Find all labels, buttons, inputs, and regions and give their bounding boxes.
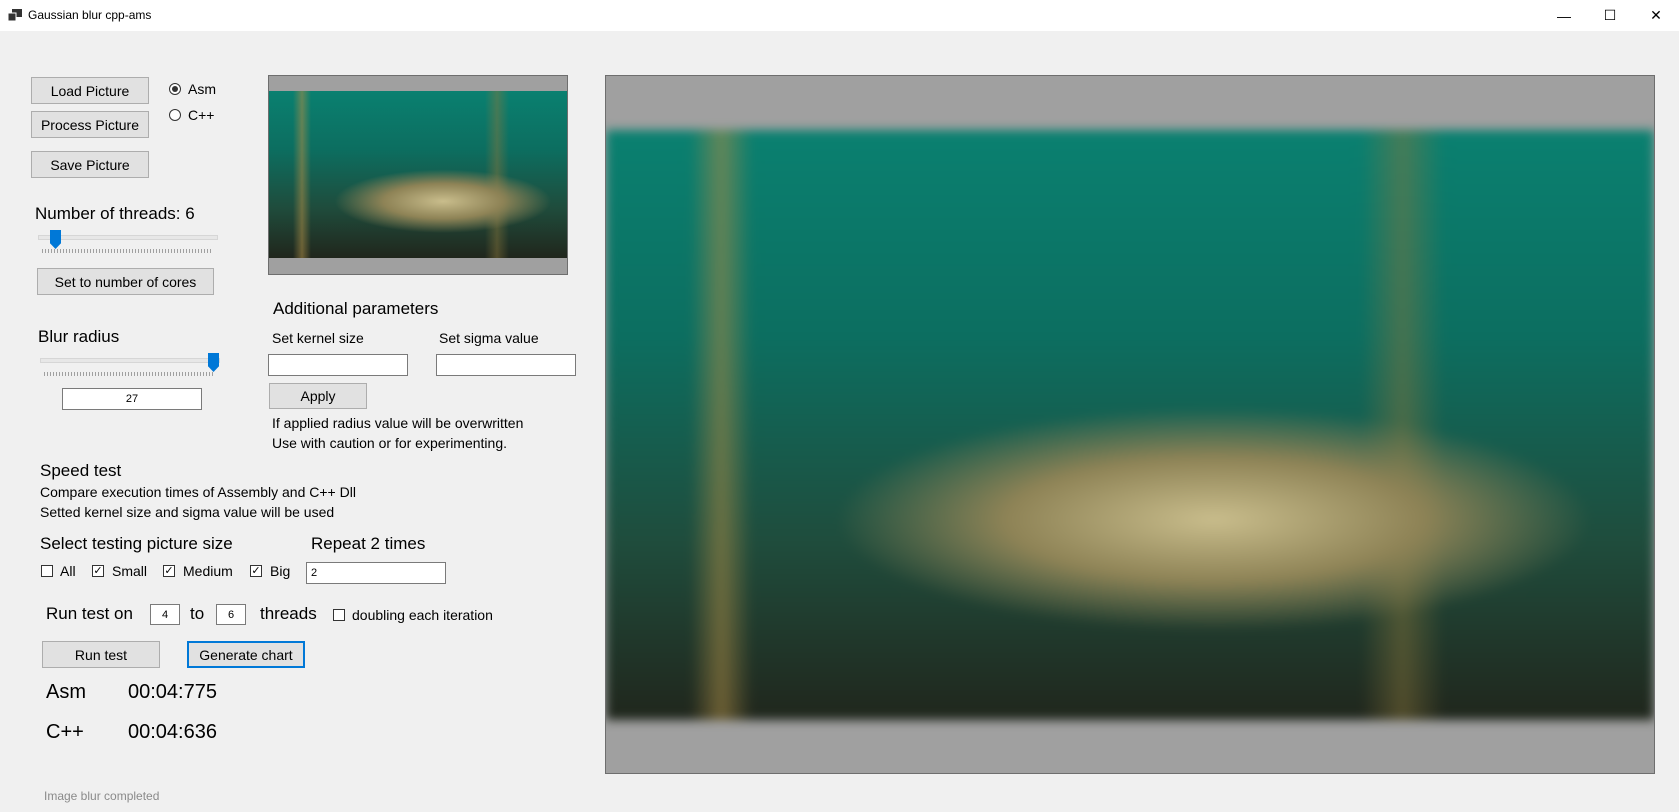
blurred-image — [606, 130, 1654, 720]
apply-note-line1: If applied radius value will be overwrit… — [272, 415, 524, 431]
size-medium-label: Medium — [183, 563, 233, 579]
maximize-icon: ☐ — [1603, 7, 1617, 23]
threads-slider-ticks — [42, 249, 212, 253]
thumbnail-preview — [268, 75, 568, 275]
blur-radius-label: Blur radius — [38, 327, 120, 346]
close-button[interactable]: ✕ — [1633, 0, 1679, 31]
blur-slider-track — [40, 358, 220, 363]
speed-test-desc-line1: Compare execution times of Assembly and … — [40, 484, 356, 500]
apply-button[interactable]: Apply — [269, 383, 367, 409]
picture-size-label: Select testing picture size — [40, 534, 233, 553]
asm-radio[interactable] — [169, 83, 181, 95]
cpp-radio-label: C++ — [188, 107, 215, 123]
asm-result-label: Asm — [46, 681, 86, 703]
doubling-checkbox[interactable] — [333, 609, 345, 621]
set-to-cores-button[interactable]: Set to number of cores — [37, 268, 214, 295]
size-small-checkbox[interactable]: ✓ — [92, 565, 104, 577]
generate-chart-button[interactable]: Generate chart — [187, 641, 305, 668]
doubling-label: doubling each iteration — [352, 607, 493, 623]
repeat-label: Repeat 2 times — [311, 534, 426, 553]
cpp-result-time: 00:04:636 — [128, 721, 217, 743]
save-picture-button[interactable]: Save Picture — [31, 151, 149, 178]
blur-radius-input[interactable] — [62, 388, 202, 410]
original-image — [269, 91, 567, 258]
window-title: Gaussian blur cpp-ams — [28, 8, 152, 22]
load-picture-button[interactable]: Load Picture — [31, 77, 149, 104]
status-text: Image blur completed — [44, 789, 160, 803]
threads-slider-thumb[interactable] — [50, 230, 61, 249]
asm-result-time: 00:04:775 — [128, 681, 217, 703]
threads-to-input[interactable] — [216, 604, 246, 625]
app-icon — [8, 9, 22, 21]
process-picture-button[interactable]: Process Picture — [31, 111, 149, 138]
size-small-label: Small — [112, 563, 148, 579]
threads-label: Number of threads: 6 — [35, 204, 195, 223]
kernel-size-label: Set kernel size — [272, 330, 364, 346]
additional-params-title: Additional parameters — [273, 299, 439, 318]
run-test-button[interactable]: Run test — [42, 641, 160, 668]
cpp-radio[interactable] — [169, 109, 181, 121]
minimize-icon: — — [1557, 7, 1571, 24]
minimize-button[interactable]: — — [1541, 0, 1587, 31]
size-medium-checkbox[interactable]: ✓ — [163, 565, 175, 577]
threads-from-input[interactable] — [150, 604, 180, 625]
repeat-input[interactable] — [306, 562, 446, 584]
size-big-checkbox[interactable]: ✓ — [250, 565, 262, 577]
size-all-label: All — [60, 563, 76, 579]
to-label: to — [190, 604, 205, 623]
sigma-value-input[interactable] — [436, 354, 576, 376]
result-preview — [605, 75, 1655, 774]
run-test-on-label: Run test on — [46, 604, 133, 623]
close-icon: ✕ — [1650, 7, 1662, 23]
sigma-value-label: Set sigma value — [439, 330, 539, 346]
maximize-button[interactable]: ☐ — [1587, 0, 1633, 31]
title-bar: Gaussian blur cpp-ams — ☐ ✕ — [0, 0, 1679, 31]
threads-unit-label: threads — [260, 604, 317, 623]
cpp-result-label: C++ — [46, 721, 84, 743]
blur-slider-ticks — [44, 372, 214, 376]
asm-radio-label: Asm — [188, 81, 216, 97]
speed-test-title: Speed test — [40, 461, 122, 480]
size-big-label: Big — [270, 563, 291, 579]
kernel-size-input[interactable] — [268, 354, 408, 376]
speed-test-desc-line2: Setted kernel size and sigma value will … — [40, 504, 335, 520]
size-all-checkbox[interactable] — [41, 565, 53, 577]
threads-slider-track — [38, 235, 218, 240]
blur-slider-thumb[interactable] — [208, 353, 219, 372]
apply-note-line2: Use with caution or for experimenting. — [272, 435, 507, 451]
